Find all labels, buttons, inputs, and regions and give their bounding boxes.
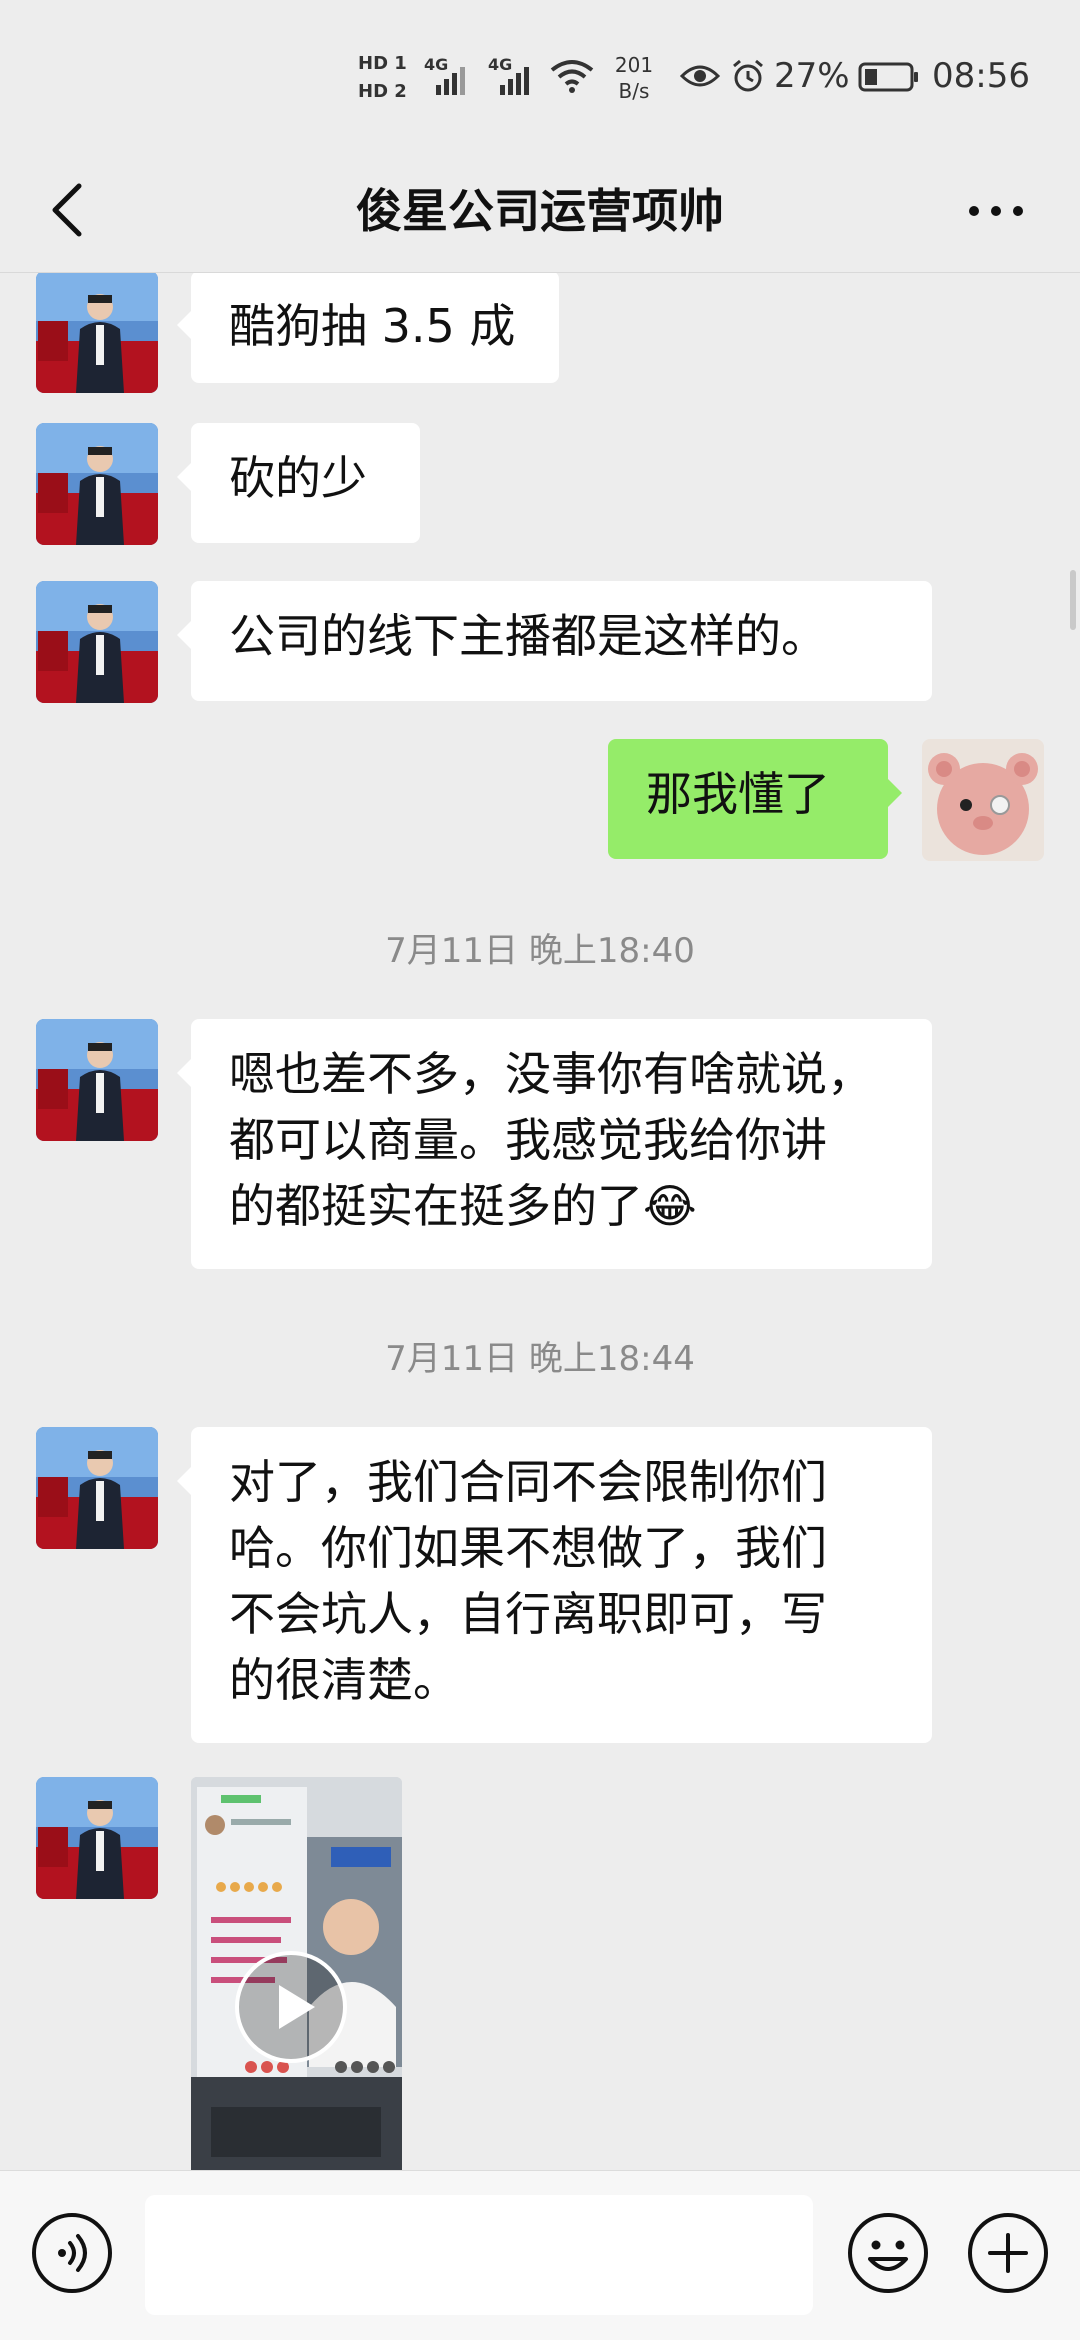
network-speed: 201 B/s	[604, 52, 664, 104]
signal-icon: 4G	[488, 55, 538, 95]
hd1-label: HD 1	[358, 53, 407, 74]
message-list[interactable]: 酷狗抽 3.5 成 砍的少 公司的线下主播都是这样的。 那我懂了 7月11日 晚…	[0, 273, 1080, 2170]
status-bar: HD 1 HD 2 4G 4G 201 B/s 27% 08:56	[0, 0, 1080, 150]
emoji-icon[interactable]	[846, 2211, 930, 2295]
input-bar	[0, 2170, 1080, 2340]
wifi-icon	[550, 60, 594, 93]
message-bubble[interactable]: 砍的少	[177, 423, 420, 543]
self-avatar[interactable]	[922, 739, 1044, 861]
contact-avatar[interactable]	[36, 581, 158, 703]
scrollbar[interactable]	[1070, 570, 1076, 630]
message-bubble[interactable]: 公司的线下主播都是这样的。	[177, 581, 932, 701]
message-bubble-self[interactable]: 那我懂了	[608, 739, 902, 859]
chevron-left-icon	[52, 183, 82, 237]
more-dots-icon	[969, 206, 979, 216]
play-icon[interactable]	[233, 1949, 349, 2065]
contact-avatar[interactable]	[36, 1427, 158, 1549]
video-message[interactable]	[191, 1777, 402, 2170]
message-input[interactable]	[145, 2195, 813, 2315]
signal-icon: 4G	[424, 55, 474, 95]
eye-icon	[680, 65, 720, 87]
hd-icon: HD 1 HD 2	[358, 50, 414, 110]
speed-unit: B/s	[618, 79, 650, 103]
contact-avatar[interactable]	[36, 1777, 158, 1899]
message-timestamp: 7月11日 晚上18:44	[385, 1339, 695, 1379]
back-button[interactable]	[36, 172, 96, 248]
message-bubble[interactable]: 嗯也差不多，没事你有啥就说， 都可以商量。我感觉我给你讲 的都挺实在挺多的了😂	[177, 1019, 932, 1269]
speed-value: 201	[614, 53, 654, 77]
more-button[interactable]	[956, 186, 1036, 236]
battery-icon	[858, 62, 918, 92]
title-bar: 俊星公司运营项帅	[0, 150, 1080, 273]
message-bubble[interactable]: 酷狗抽 3.5 成	[177, 273, 559, 383]
message-bubble[interactable]: 对了，我们合同不会限制你们 哈。你们如果不想做了，我们 不会坑人，自行离职即可，…	[177, 1427, 932, 1743]
chat-title: 俊星公司运营项帅	[356, 184, 724, 238]
contact-avatar[interactable]	[36, 423, 158, 545]
voice-icon[interactable]	[30, 2211, 114, 2295]
hd2-label: HD 2	[358, 81, 407, 102]
message-timestamp: 7月11日 晚上18:40	[385, 931, 695, 971]
plus-icon[interactable]	[966, 2211, 1050, 2295]
chat-screen: HD 1 HD 2 4G 4G 201 B/s 27% 08:56 俊星公司运营…	[0, 0, 1080, 2340]
battery-percent: 27%	[774, 56, 850, 96]
contact-avatar[interactable]	[36, 273, 158, 393]
clock: 08:56	[932, 56, 1030, 96]
alarm-icon	[733, 59, 763, 92]
contact-avatar[interactable]	[36, 1019, 158, 1141]
